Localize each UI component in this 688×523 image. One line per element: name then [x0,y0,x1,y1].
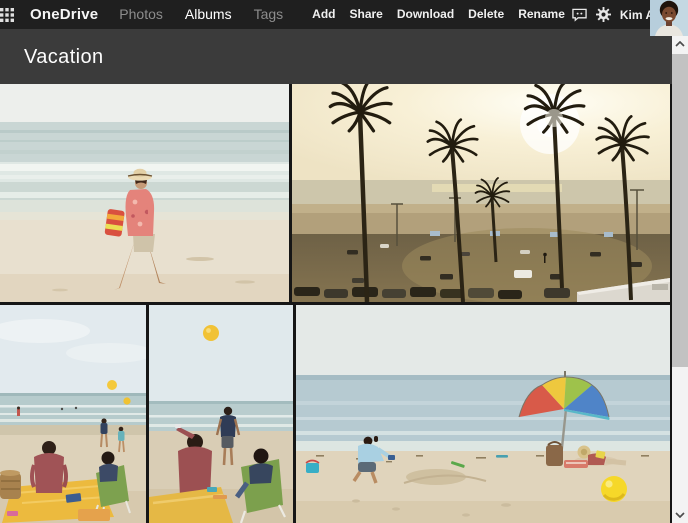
tab-photos[interactable]: Photos [108,0,174,29]
add-button[interactable]: Add [305,0,342,29]
settings-button[interactable] [596,7,611,22]
photo-gallery [0,84,672,523]
delete-button[interactable]: Delete [461,0,511,29]
scrollbar-thumb[interactable] [672,54,688,367]
avatar-portrait [650,0,688,36]
rename-button[interactable]: Rename [511,0,572,29]
feedback-button[interactable] [572,8,587,22]
brand-title[interactable]: OneDrive [30,6,98,23]
tab-tags[interactable]: Tags [243,0,295,29]
scroll-down-button[interactable] [672,507,688,523]
app-launcher-button[interactable] [0,0,14,29]
photo-palm-sunset[interactable] [292,84,670,302]
photo-beach-walk[interactable] [0,84,289,302]
command-bar: Add Share Download Delete Rename [305,0,572,29]
avatar[interactable] [650,0,688,36]
photo-family-beach[interactable] [0,305,146,523]
primary-nav: Photos Albums Tags [108,0,294,29]
chevron-down-icon [675,512,685,518]
tab-albums[interactable]: Albums [174,0,243,29]
share-button[interactable]: Share [342,0,389,29]
photo-beach-closeup[interactable] [149,305,293,523]
photo-umbrella-beach[interactable] [296,305,670,523]
vertical-scrollbar[interactable] [672,36,688,523]
scroll-up-button[interactable] [672,36,688,52]
waffle-icon [0,8,14,22]
chevron-up-icon [675,41,685,47]
onedrive-app: OneDrive Photos Albums Tags Add Share Do… [0,0,688,523]
download-button[interactable]: Download [390,0,461,29]
album-header: Vacation [0,29,688,84]
speech-bubble-icon [572,8,587,22]
page-title: Vacation [0,29,688,86]
suite-bar: OneDrive Photos Albums Tags Add Share Do… [0,0,688,29]
gear-icon [596,7,611,22]
